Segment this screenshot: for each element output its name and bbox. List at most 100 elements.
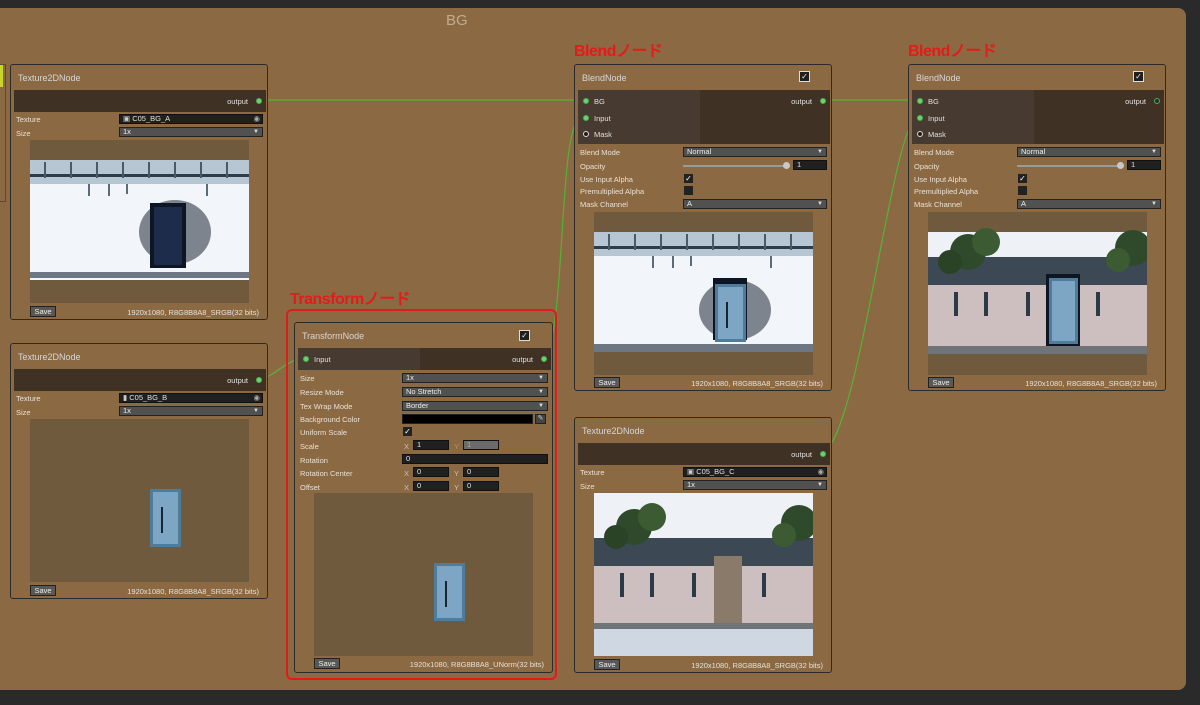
texture-object-field[interactable]: ▣ C05_BG_A ◉	[119, 114, 263, 124]
save-button[interactable]: Save	[30, 585, 56, 596]
save-button[interactable]: Save	[594, 659, 620, 670]
chevron-down-icon: ▼	[817, 149, 823, 155]
output-port[interactable]	[820, 451, 826, 457]
opacity-slider[interactable]	[683, 165, 788, 167]
texture-object-field[interactable]: ▣ C05_BG_C ◉	[683, 467, 827, 477]
opacity-slider[interactable]	[1017, 165, 1122, 167]
chevron-down-icon: ▼	[817, 201, 823, 207]
blend-preview	[594, 212, 813, 375]
blend-mode-dropdown[interactable]: Normal ▼	[683, 147, 827, 157]
preview-image	[928, 212, 1147, 375]
size-label: Size	[16, 408, 31, 417]
graph-canvas[interactable]: BG Texture2DNode output Texture ▣ C05_BG…	[0, 0, 1200, 705]
texture-file-icon: ▮	[123, 393, 128, 402]
texture-preview	[30, 419, 249, 582]
texture-info: 1920x1080, R8G8B8A8_SRGB(32 bits)	[691, 661, 823, 670]
opacity-slider-handle[interactable]	[1117, 162, 1124, 169]
mask-channel-dropdown[interactable]: A ▼	[1017, 199, 1161, 209]
blend-annotation-2: Blendノード	[908, 43, 997, 60]
texture2d-node-c[interactable]: Texture2DNode output Texture ▣ C05_BG_C …	[574, 417, 832, 673]
texture-label: Texture	[16, 115, 41, 124]
texture-object-field[interactable]: ▮ C05_BG_B ◉	[119, 393, 263, 403]
object-picker-icon[interactable]: ◉	[817, 468, 824, 476]
output-port-label: output	[791, 97, 812, 106]
size-dropdown[interactable]: 1x ▼	[119, 127, 263, 137]
mask-port-label: Mask	[928, 130, 946, 139]
output-port[interactable]	[1154, 98, 1160, 104]
mask-port-label: Mask	[594, 130, 612, 139]
save-button[interactable]: Save	[30, 306, 56, 317]
use-input-alpha-checkbox[interactable]: ✓	[684, 174, 693, 183]
blend-mode-value: Normal	[687, 147, 712, 156]
texture-info: 1920x1080, R8G8B8A8_SRGB(32 bits)	[1025, 379, 1157, 388]
texture-name: C05_BG_B	[129, 393, 168, 402]
texture2d-node-b[interactable]: Texture2DNode output Texture ▮ C05_BG_B …	[10, 343, 268, 599]
size-value: 1x	[687, 480, 695, 489]
blend-annotation-1: Blendノード	[574, 43, 663, 60]
preview-image	[594, 232, 813, 352]
texture-name: C05_BG_A	[132, 114, 171, 123]
texture-preview	[30, 140, 249, 303]
blend-node-2[interactable]: BlendNode ✓ BG Input Mask output Blend M…	[908, 64, 1166, 391]
size-dropdown[interactable]: 1x ▼	[683, 480, 827, 490]
enable-checkbox[interactable]: ✓	[1133, 71, 1144, 82]
size-label: Size	[16, 129, 31, 138]
bg-port[interactable]	[917, 98, 923, 104]
output-port[interactable]	[256, 98, 262, 104]
texture-label: Texture	[580, 468, 605, 477]
mask-channel-label: Mask Channel	[914, 200, 962, 209]
object-picker-icon[interactable]: ◉	[253, 115, 260, 123]
transform-highlight-frame	[286, 309, 557, 680]
blend-mode-label: Blend Mode	[914, 148, 955, 157]
size-label: Size	[580, 482, 595, 491]
wire-texc-to-blend2-input	[819, 116, 919, 454]
size-value: 1x	[123, 127, 131, 136]
use-input-alpha-checkbox[interactable]: ✓	[1018, 174, 1027, 183]
mask-channel-value: A	[1021, 199, 1027, 208]
texture-info: 1920x1080, R8G8B8A8_SRGB(32 bits)	[127, 308, 259, 317]
mask-port[interactable]	[583, 131, 589, 137]
premultiplied-alpha-label: Premultiplied Alpha	[914, 187, 979, 196]
texture-name: C05_BG_C	[696, 467, 735, 476]
chevron-down-icon: ▼	[253, 408, 259, 414]
transform-annotation: Transformノード	[290, 291, 411, 308]
blend-mode-dropdown[interactable]: Normal ▼	[1017, 147, 1161, 157]
blend-node-1[interactable]: BlendNode ✓ BG Input Mask output Blend M…	[574, 64, 832, 391]
mask-channel-value: A	[687, 199, 693, 208]
texture-file-icon: ▣	[123, 114, 131, 123]
texture-preview	[594, 493, 813, 656]
texture-label: Texture	[16, 394, 41, 403]
output-port-label: output	[1125, 97, 1146, 106]
premultiplied-alpha-checkbox[interactable]	[684, 186, 693, 195]
input-port[interactable]	[917, 115, 923, 121]
enable-checkbox[interactable]: ✓	[799, 71, 810, 82]
opacity-field[interactable]: 1	[793, 160, 827, 170]
save-button[interactable]: Save	[594, 377, 620, 388]
bg-port[interactable]	[583, 98, 589, 104]
output-port[interactable]	[256, 377, 262, 383]
texture2d-node-a[interactable]: Texture2DNode output Texture ▣ C05_BG_A …	[10, 64, 268, 320]
bg-port-label: BG	[928, 97, 939, 106]
opacity-label: Opacity	[914, 162, 940, 171]
node-title: Texture2DNode	[582, 426, 645, 436]
input-port[interactable]	[583, 115, 589, 121]
output-port-label: output	[791, 450, 812, 459]
chevron-down-icon: ▼	[1151, 201, 1157, 207]
input-port-label: Input	[594, 114, 611, 123]
size-dropdown[interactable]: 1x ▼	[119, 406, 263, 416]
mask-port[interactable]	[917, 131, 923, 137]
node-title: Texture2DNode	[18, 73, 81, 83]
output-port[interactable]	[820, 98, 826, 104]
object-picker-icon[interactable]: ◉	[253, 394, 260, 402]
input-port-label: Input	[928, 114, 945, 123]
opacity-field[interactable]: 1	[1127, 160, 1161, 170]
preview-image	[150, 489, 181, 547]
mask-channel-dropdown[interactable]: A ▼	[683, 199, 827, 209]
blend-preview	[928, 212, 1147, 375]
texture-file-icon: ▣	[687, 467, 695, 476]
texture-info: 1920x1080, R8G8B8A8_SRGB(32 bits)	[127, 587, 259, 596]
opacity-slider-handle[interactable]	[783, 162, 790, 169]
save-button[interactable]: Save	[928, 377, 954, 388]
chevron-down-icon: ▼	[253, 129, 259, 135]
premultiplied-alpha-checkbox[interactable]	[1018, 186, 1027, 195]
